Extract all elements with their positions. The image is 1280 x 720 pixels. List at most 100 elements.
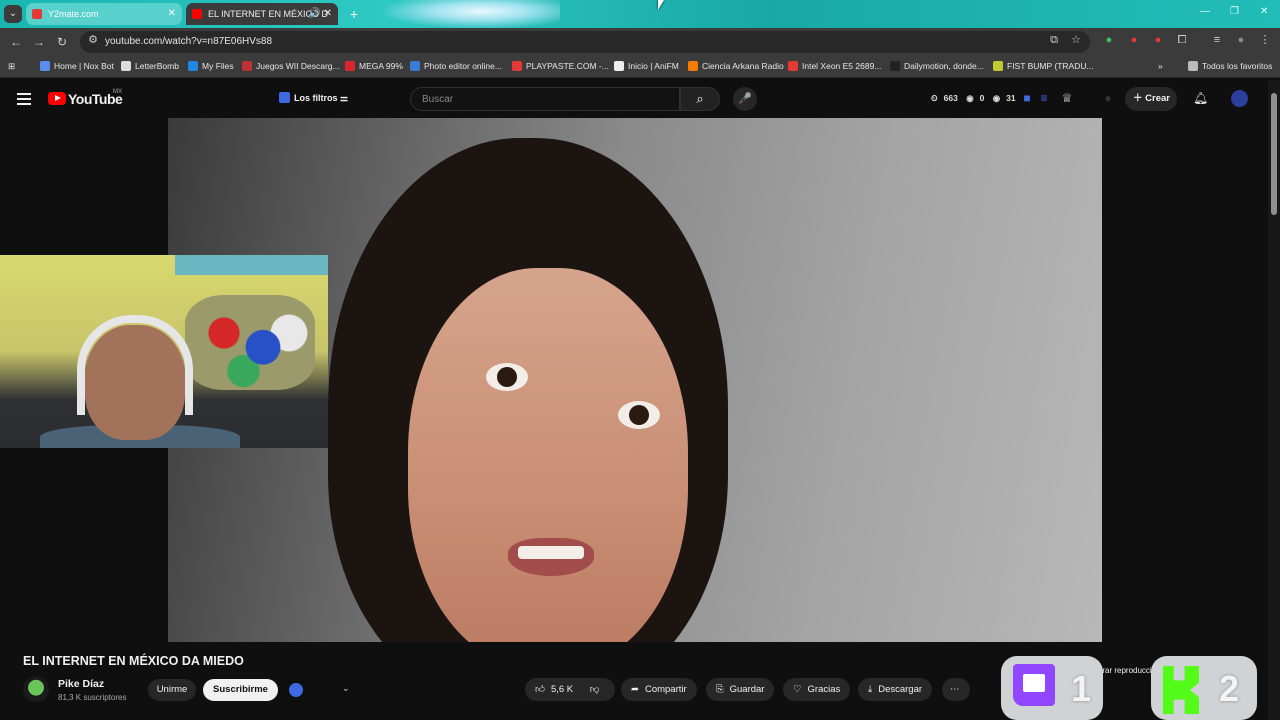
bookmark-item[interactable]: Photo editor online...: [410, 61, 502, 71]
youtube-favicon: [192, 9, 202, 19]
scrollbar-thumb[interactable]: [1271, 93, 1277, 215]
maximize-icon[interactable]: ❐: [1230, 6, 1239, 17]
notifications-bell-icon[interactable]: 🔔︎: [1193, 91, 1208, 105]
search-input[interactable]: [411, 88, 679, 110]
streamer-webcam-overlay: [0, 255, 328, 448]
bookmark-item[interactable]: PLAYPASTE.COM -...: [512, 61, 609, 71]
create-button[interactable]: ＋ Crear: [1125, 87, 1177, 111]
kick-logo-icon: [1163, 666, 1199, 714]
video-frame-mouth: [508, 538, 594, 576]
bookmark-item[interactable]: Home | Nox Bot: [40, 61, 114, 71]
trophy-icon[interactable]: ♕: [1060, 91, 1074, 105]
chevron-down-icon[interactable]: ⌄: [342, 683, 350, 694]
tab-youtube-video[interactable]: EL INTERNET EN MÉXICO D 🔊 ✕: [186, 3, 338, 25]
bookmark-item[interactable]: Ciencia Arkana Radio: [688, 61, 784, 71]
join-button[interactable]: Unirme: [148, 679, 196, 701]
share-button[interactable]: ➦ Compartir: [621, 678, 697, 701]
browser-menu-icon[interactable]: ⋮: [1259, 34, 1271, 46]
eye-icon: ◉: [992, 93, 1001, 103]
bookmark-item[interactable]: Juegos WII Descarg...: [242, 61, 340, 71]
channel-name[interactable]: Pike Díaz: [58, 678, 104, 690]
apps-grid-icon[interactable]: ⊞: [8, 61, 15, 72]
twitch-logo-icon: [1013, 664, 1055, 706]
extension-icon[interactable]: ●: [1152, 34, 1164, 46]
all-bookmarks-folder[interactable]: Todos los favoritos: [1188, 61, 1272, 71]
url-text[interactable]: youtube.com/watch?v=n87E06HVs88: [105, 36, 272, 47]
plus-icon: ＋: [1133, 93, 1143, 104]
back-icon[interactable]: ←: [10, 35, 22, 49]
like-button[interactable]: 👍︎ 5,6 K 👎︎: [525, 678, 615, 701]
site-info-icon[interactable]: ⚙: [87, 34, 99, 46]
extensions-puzzle-icon[interactable]: ⧠: [1176, 34, 1188, 46]
bookmark-item[interactable]: LetterBomb: [121, 61, 179, 71]
profile-icon[interactable]: ●: [1235, 34, 1247, 46]
more-bookmarks-icon[interactable]: »: [1158, 61, 1163, 71]
bookmark-item[interactable]: FIST BUMP (TRADU...: [993, 61, 1094, 71]
twitch-count: 1: [1071, 668, 1092, 709]
reading-list-icon[interactable]: ≡: [1211, 34, 1223, 46]
save-button[interactable]: ⎘ Guardar: [706, 678, 775, 701]
bookmark-icon: ⎘: [716, 684, 724, 695]
share-icon: ➦: [631, 684, 639, 695]
y2mate-favicon: [32, 9, 42, 19]
bookmark-star-icon[interactable]: ☆: [1070, 34, 1082, 46]
extension-icon[interactable]: ●: [1128, 34, 1140, 46]
tab-search-button[interactable]: ⌄: [4, 5, 22, 23]
video-frame-eye: [618, 401, 660, 429]
kick-badge: 2: [1151, 656, 1257, 720]
tab-label: Y2mate.com: [48, 9, 99, 19]
download-button[interactable]: ⤓ Descargar: [858, 678, 933, 701]
bookmark-item[interactable]: Dailymotion, donde...: [890, 61, 984, 71]
extension-icon[interactable]: [289, 683, 303, 697]
search-button[interactable]: ⌕: [680, 87, 720, 111]
tune-icon: ⚌: [340, 93, 349, 103]
download-icon: ⤓: [868, 684, 873, 695]
country-code: MX: [113, 89, 122, 95]
webcam-toys: [185, 295, 315, 390]
close-tab-icon[interactable]: ✕: [168, 3, 176, 25]
channel-avatar[interactable]: [23, 676, 49, 702]
webcam-headset: [77, 315, 193, 415]
kick-count: 2: [1219, 668, 1240, 709]
minimize-icon[interactable]: —: [1200, 6, 1210, 17]
new-tab-button[interactable]: +: [345, 5, 363, 23]
thumbs-up-icon: 👍︎: [535, 684, 545, 695]
thumbs-down-icon[interactable]: 👎︎: [590, 684, 600, 695]
list-icon[interactable]: ≡: [1037, 91, 1051, 105]
subscribe-button[interactable]: Suscribirme: [203, 679, 278, 701]
close-tab-icon[interactable]: 🔊 ✕: [308, 3, 332, 25]
extension-icon[interactable]: ●: [1101, 91, 1115, 105]
menu-hamburger-icon[interactable]: [17, 93, 31, 105]
video-frame-eye: [486, 363, 528, 391]
install-app-icon[interactable]: ⧉: [1048, 34, 1060, 46]
twitch-badge: 1: [1001, 656, 1103, 720]
forward-icon[interactable]: →: [33, 35, 45, 49]
tab-y2mate[interactable]: Y2mate.com ✕: [26, 3, 182, 25]
account-avatar[interactable]: [1231, 90, 1248, 107]
subscriber-count: 81,3 K suscriptores: [58, 693, 127, 702]
bookmark-item[interactable]: MEGA 99%: [345, 61, 403, 71]
extension-stats: ⏲ 663 ◉ 0 ◉ 31: [931, 93, 1016, 103]
bookmark-item[interactable]: Intel Xeon E5 2689...: [788, 61, 881, 71]
close-window-icon[interactable]: ✕: [1260, 6, 1268, 17]
filters-button[interactable]: Los filtros ⚌: [279, 92, 348, 104]
mouse-cursor-icon: [658, 0, 664, 10]
clock-icon: ⏲: [931, 93, 938, 103]
extension-icon[interactable]: ●: [1103, 34, 1115, 46]
reload-icon[interactable]: ↻: [57, 35, 67, 49]
video-title: EL INTERNET EN MÉXICO DA MIEDO: [23, 654, 244, 668]
bookmark-item[interactable]: Inicio | AniFM: [614, 61, 679, 71]
eye-icon: ◉: [966, 93, 974, 103]
more-actions-icon[interactable]: ⋯: [942, 678, 970, 701]
search-icon: ⌕: [696, 91, 704, 106]
search-box[interactable]: [410, 87, 680, 111]
voice-search-button[interactable]: 🎤: [733, 87, 757, 111]
theme-artwork: [385, 0, 560, 28]
microphone-icon: 🎤: [738, 93, 752, 105]
filter-extension-icon: [279, 92, 290, 103]
youtube-logo-icon[interactable]: [48, 92, 66, 105]
extension-icon[interactable]: ■: [1020, 91, 1034, 105]
thanks-button[interactable]: ♡ Gracias: [783, 678, 851, 701]
bookmark-item[interactable]: My Files: [188, 61, 234, 71]
webcam-shelf: [175, 255, 328, 275]
